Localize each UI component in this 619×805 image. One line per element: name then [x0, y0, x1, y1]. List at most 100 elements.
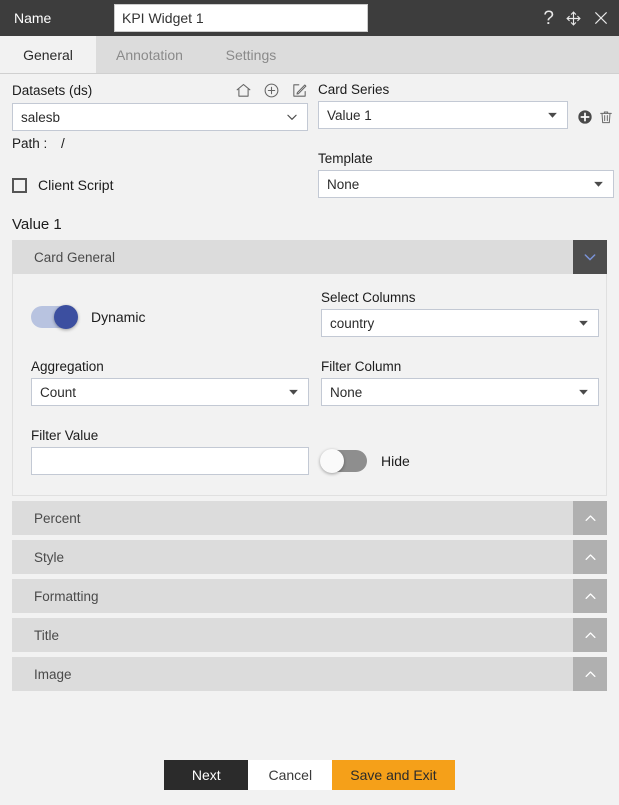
- select-columns-select[interactable]: country: [321, 309, 599, 337]
- datasets-label-row: Datasets (ds): [12, 82, 308, 99]
- caret-down-icon: [546, 109, 559, 122]
- card-general-body: Dynamic Select Columns country Aggregati…: [12, 274, 607, 496]
- path-value: /: [61, 136, 65, 151]
- accordion-formatting: Formatting: [12, 579, 607, 613]
- template-group: Template None: [318, 151, 614, 198]
- edit-icon[interactable]: [291, 82, 308, 99]
- tab-annotation[interactable]: Annotation: [96, 36, 203, 73]
- hide-toggle-knob: [320, 449, 344, 473]
- dynamic-label: Dynamic: [91, 309, 146, 325]
- filter-value-group: Filter Value: [31, 428, 309, 475]
- filter-value-input[interactable]: [31, 447, 309, 475]
- chevron-down-icon[interactable]: [573, 240, 607, 274]
- titlebar-actions: ?: [543, 9, 609, 28]
- percent-header[interactable]: Percent: [12, 501, 607, 535]
- chevron-down-icon: [285, 110, 299, 124]
- accordion-title: Title: [12, 618, 607, 652]
- template-select[interactable]: None: [318, 170, 614, 198]
- footer-actions: Next Cancel Save and Exit: [0, 760, 619, 790]
- tab-general[interactable]: General: [0, 36, 96, 73]
- trash-icon[interactable]: [598, 109, 614, 125]
- home-icon[interactable]: [235, 82, 252, 99]
- client-script-row[interactable]: Client Script: [12, 177, 308, 193]
- image-title: Image: [34, 666, 72, 682]
- formatting-title: Formatting: [34, 588, 99, 604]
- add-circle-icon[interactable]: [263, 82, 280, 99]
- card-series-row: Value 1: [318, 101, 614, 129]
- panel-body: Datasets (ds) salesb Path: / Card Serie…: [0, 74, 619, 691]
- chevron-up-icon[interactable]: [573, 501, 607, 535]
- hide-toggle[interactable]: [320, 449, 367, 473]
- client-script-label: Client Script: [38, 177, 114, 193]
- percent-title: Percent: [34, 510, 81, 526]
- save-and-exit-button[interactable]: Save and Exit: [332, 760, 455, 790]
- title-bar: Name ?: [0, 0, 619, 36]
- card-series-select[interactable]: Value 1: [318, 101, 568, 129]
- client-script-group: Client Script: [12, 151, 308, 198]
- style-title: Style: [34, 549, 65, 565]
- select-columns-label: Select Columns: [321, 290, 416, 305]
- accordion-style: Style: [12, 540, 607, 574]
- select-columns-value: country: [330, 315, 375, 331]
- client-script-checkbox[interactable]: [12, 177, 27, 193]
- chevron-up-icon[interactable]: [573, 657, 607, 691]
- dynamic-toggle-row: Dynamic: [31, 305, 309, 329]
- chevron-up-icon[interactable]: [573, 579, 607, 613]
- filter-column-group: Filter Column None: [321, 359, 599, 406]
- close-icon[interactable]: [593, 10, 609, 26]
- dynamic-toggle-knob: [54, 305, 78, 329]
- hide-group: Hide: [320, 428, 599, 475]
- dynamic-group: Dynamic: [31, 290, 309, 337]
- path-label: Path :: [12, 136, 48, 151]
- formatting-header[interactable]: Formatting: [12, 579, 607, 613]
- dynamic-toggle[interactable]: [31, 305, 78, 329]
- name-label: Name: [14, 10, 52, 26]
- datasets-select[interactable]: salesb: [12, 103, 308, 131]
- datasets-label: Datasets (ds): [12, 83, 93, 98]
- cancel-button[interactable]: Cancel: [248, 760, 333, 790]
- title-section-title: Title: [34, 627, 60, 643]
- card-series-value: Value 1: [327, 107, 372, 123]
- card-series-label: Card Series: [318, 82, 390, 97]
- card-general-header[interactable]: Card General: [12, 240, 607, 274]
- select-columns-group: Select Columns country: [321, 290, 599, 337]
- card-general-title: Card General: [34, 249, 116, 265]
- card-series-group: Card Series Value 1: [318, 82, 614, 151]
- hide-toggle-row: Hide: [320, 449, 599, 473]
- dataset-path: Path : /: [12, 136, 308, 151]
- aggregation-select[interactable]: Count: [31, 378, 309, 406]
- caret-down-icon: [592, 178, 605, 191]
- datasets-group: Datasets (ds) salesb Path: /: [12, 82, 308, 151]
- accordion-image: Image: [12, 657, 607, 691]
- filter-column-value: None: [330, 384, 363, 400]
- add-circle-filled-icon[interactable]: [577, 109, 593, 125]
- title-header[interactable]: Title: [12, 618, 607, 652]
- datasets-value: salesb: [21, 109, 61, 125]
- chevron-up-icon[interactable]: [573, 618, 607, 652]
- question-mark-icon[interactable]: ?: [543, 9, 554, 28]
- aggregation-value: Count: [40, 384, 77, 400]
- tab-settings[interactable]: Settings: [203, 36, 299, 73]
- datasets-series-row: Datasets (ds) salesb Path: / Card Serie…: [12, 82, 612, 151]
- widget-name-input[interactable]: [114, 4, 368, 32]
- value-section-title: Value 1: [12, 216, 62, 233]
- template-label: Template: [318, 151, 373, 166]
- hide-label: Hide: [381, 453, 410, 469]
- image-header[interactable]: Image: [12, 657, 607, 691]
- filter-column-select[interactable]: None: [321, 378, 599, 406]
- aggregation-label: Aggregation: [31, 359, 104, 374]
- move-icon[interactable]: [565, 10, 582, 27]
- template-value: None: [327, 176, 360, 192]
- caret-down-icon: [577, 386, 590, 399]
- dynamic-columns-row: Dynamic Select Columns country: [31, 290, 599, 337]
- filter-value-label: Filter Value: [31, 428, 99, 443]
- chevron-up-icon[interactable]: [573, 540, 607, 574]
- clientscript-template-row: Client Script Template None: [12, 151, 614, 198]
- style-header[interactable]: Style: [12, 540, 607, 574]
- card-series-actions: [577, 109, 614, 125]
- caret-down-icon: [577, 317, 590, 330]
- accordion-percent: Percent: [12, 501, 607, 535]
- next-button[interactable]: Next: [164, 760, 249, 790]
- caret-down-icon: [287, 386, 300, 399]
- datasets-actions: [235, 82, 308, 99]
